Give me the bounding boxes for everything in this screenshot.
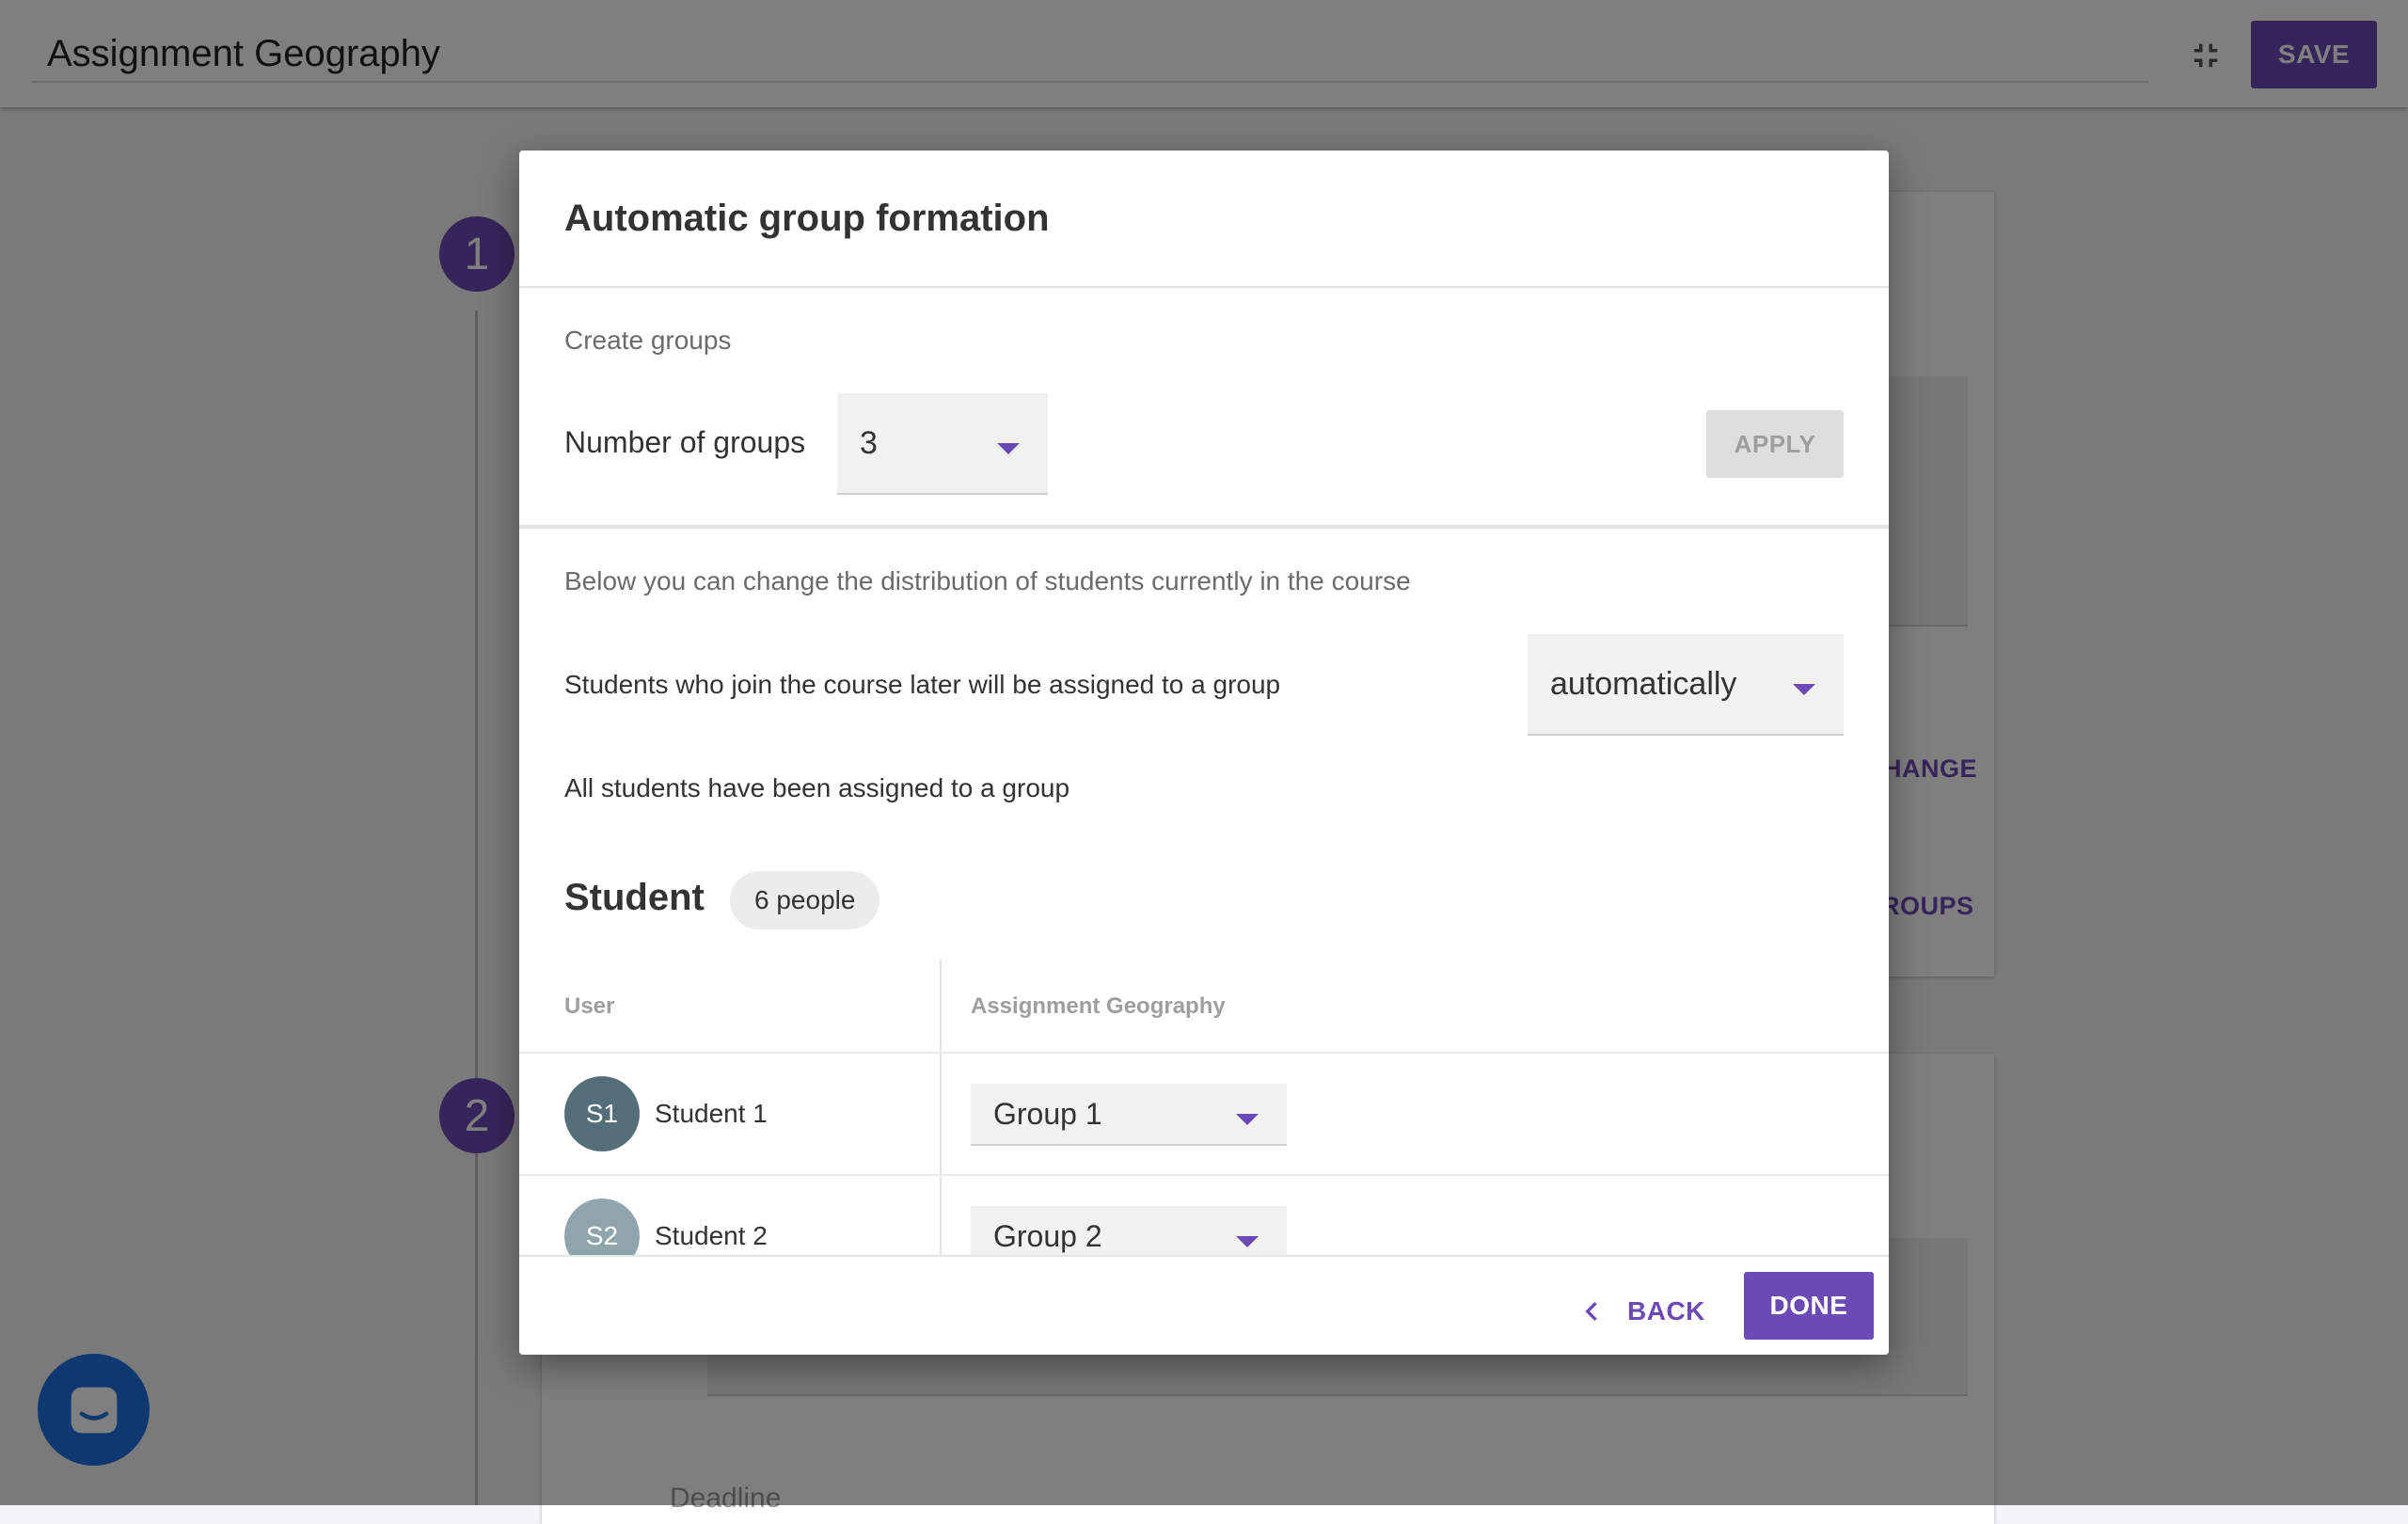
caret-down-icon [1236, 1114, 1259, 1125]
number-of-groups-value: 3 [860, 424, 878, 461]
assignment-status: All students have been assigned to a gro… [564, 773, 1070, 802]
table-header-line [519, 1052, 1889, 1054]
create-groups-label: Create groups [564, 325, 732, 355]
caret-down-icon [997, 443, 1020, 454]
column-header-user[interactable]: User [564, 993, 614, 1020]
dialog-footer: BACK DONE [519, 1255, 1889, 1355]
apply-button[interactable]: APPLY [1706, 410, 1844, 478]
column-header-assignment[interactable]: Assignment Geography [971, 993, 1226, 1020]
group-formation-dialog: Automatic group formation Create groups … [519, 151, 1889, 1355]
role-heading: Student [564, 877, 705, 918]
distribution-note: Below you can change the distribution of… [564, 566, 1411, 595]
caret-down-icon [1236, 1236, 1259, 1247]
student-name: Student 2 [655, 1221, 768, 1250]
chevron-left-icon [1585, 1302, 1597, 1321]
caret-down-icon [1793, 684, 1815, 695]
row-divider [519, 1174, 1889, 1176]
number-of-groups-label: Number of groups [564, 425, 806, 459]
groups-divider [519, 525, 1889, 529]
dialog-title: Automatic group formation [564, 198, 1050, 239]
back-label: BACK [1627, 1296, 1705, 1326]
group-value: Group 1 [993, 1096, 1102, 1131]
number-of-groups-select[interactable]: 3 [837, 393, 1048, 495]
avatar: S1 [564, 1076, 640, 1151]
late-join-select[interactable]: automatically [1528, 634, 1844, 736]
group-value: Group 2 [993, 1218, 1102, 1253]
late-join-value: automatically [1550, 665, 1737, 702]
done-button[interactable]: DONE [1744, 1272, 1874, 1340]
group-select[interactable]: Group 1 [971, 1084, 1287, 1146]
late-join-label: Students who join the course later will … [564, 670, 1281, 699]
student-name: Student 1 [655, 1099, 768, 1128]
people-count-badge: 6 people [730, 871, 880, 929]
title-divider [519, 286, 1889, 288]
back-button[interactable]: BACK [1573, 1278, 1705, 1345]
